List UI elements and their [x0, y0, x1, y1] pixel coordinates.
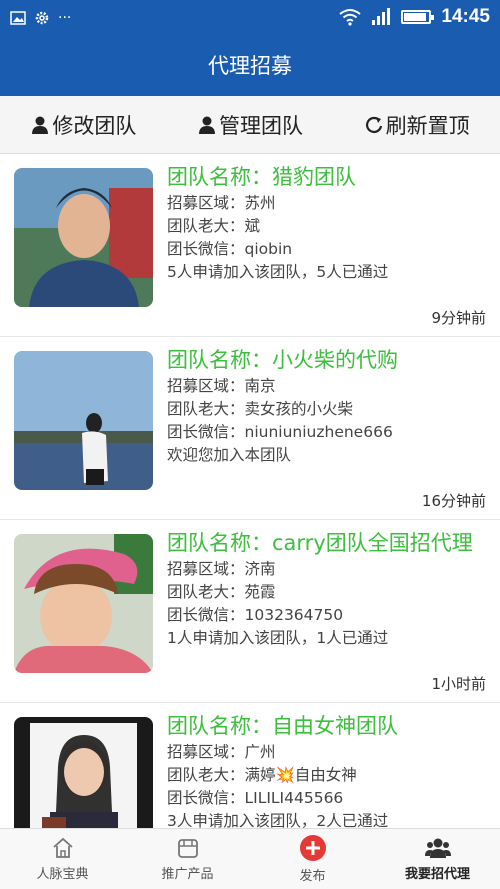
team-wechat: 团长微信：LILILI445566	[167, 789, 344, 807]
nav-item-recruit[interactable]: 我要招代理	[375, 829, 500, 889]
team-avatar	[14, 351, 153, 490]
team-card[interactable]: 团队名称：自由女神团队 招募区域：广州 团队老大：满婷💥自由女神 团长微信：LI…	[0, 703, 500, 828]
team-list: 团队名称：猎豹团队 招募区域：苏州 团队老大：斌 团长微信：qiobin 5人申…	[0, 154, 500, 828]
refresh-top-button[interactable]: 刷新置顶	[364, 110, 470, 140]
nav-item-contacts[interactable]: 人脉宝典	[0, 829, 125, 889]
person-icon	[32, 116, 49, 134]
team-name: 团队名称：carry团队全国招代理	[167, 531, 473, 555]
team-region: 招募区域：苏州	[167, 194, 276, 212]
team-info: 团队名称：carry团队全国招代理 招募区域：济南 团队老大：苑霞 团长微信：1…	[167, 528, 490, 650]
team-wechat: 团长微信：qiobin	[167, 240, 293, 258]
team-avatar	[14, 168, 153, 307]
team-apply-note: 3人申请加入该团队，2人已通过	[167, 812, 389, 828]
team-avatar	[14, 717, 153, 828]
more-dots: ···	[58, 10, 72, 26]
action-toolbar: 修改团队 管理团队 刷新置顶	[0, 96, 500, 154]
clock: 14:45	[441, 6, 490, 27]
team-leader: 团队老大：满婷💥自由女神	[167, 766, 357, 784]
person-icon	[198, 116, 215, 134]
edit-team-label: 修改团队	[52, 113, 137, 138]
team-region: 招募区域：南京	[167, 377, 276, 395]
manage-team-button[interactable]: 管理团队	[197, 110, 303, 140]
bottom-nav: 人脉宝典 推广产品 发布 我要招代理	[0, 828, 500, 889]
wifi-icon	[339, 9, 362, 26]
team-apply-note: 欢迎您加入本团队	[167, 446, 292, 464]
team-leader: 团队老大：斌	[167, 217, 261, 235]
team-apply-note: 1人申请加入该团队，1人已通过	[167, 629, 389, 647]
team-wechat: 团长微信：niuniuniuzhene666	[167, 423, 393, 441]
page-title: 代理招募	[0, 36, 500, 96]
team-avatar	[14, 534, 153, 673]
team-info: 团队名称：小火柴的代购 招募区域：南京 团队老大：卖女孩的小火柴 团长微信：ni…	[167, 345, 490, 467]
team-card[interactable]: 团队名称：猎豹团队 招募区域：苏州 团队老大：斌 团长微信：qiobin 5人申…	[0, 154, 500, 337]
post-time: 9分钟前	[431, 309, 486, 327]
refresh-top-label: 刷新置顶	[385, 113, 470, 138]
status-bar: ··· 14:45	[0, 0, 500, 36]
team-card[interactable]: 团队名称：小火柴的代购 招募区域：南京 团队老大：卖女孩的小火柴 团长微信：ni…	[0, 337, 500, 520]
team-card[interactable]: 团队名称：carry团队全国招代理 招募区域：济南 团队老大：苑霞 团长微信：1…	[0, 520, 500, 703]
team-leader: 团队老大：卖女孩的小火柴	[167, 400, 354, 418]
post-time: 1小时前	[431, 675, 486, 693]
battery-icon	[401, 10, 435, 24]
gear-icon	[35, 11, 49, 25]
manage-team-label: 管理团队	[218, 113, 303, 138]
post-time: 16分钟前	[421, 492, 486, 510]
nav-label: 推广产品	[161, 867, 214, 882]
team-name: 团队名称：小火柴的代购	[167, 348, 398, 372]
team-name: 团队名称：猎豹团队	[167, 165, 356, 189]
house-icon	[52, 837, 73, 858]
nav-item-promote[interactable]: 推广产品	[125, 829, 250, 889]
team-info: 团队名称：猎豹团队 招募区域：苏州 团队老大：斌 团长微信：qiobin 5人申…	[167, 162, 490, 284]
team-wechat: 团长微信：1032364750	[167, 606, 344, 624]
image-icon	[10, 11, 26, 25]
nav-label: 发布	[299, 869, 326, 884]
plus-circle-icon	[299, 835, 326, 861]
nav-label: 我要招代理	[404, 867, 470, 882]
team-region: 招募区域：广州	[167, 743, 276, 761]
nav-label: 人脉宝典	[36, 867, 89, 882]
team-name: 团队名称：自由女神团队	[167, 714, 398, 738]
signal-icon	[372, 8, 391, 25]
edit-team-button[interactable]: 修改团队	[30, 110, 136, 140]
nav-item-publish[interactable]: 发布	[250, 829, 375, 889]
team-apply-note: 5人申请加入该团队，5人已通过	[167, 263, 389, 281]
refresh-icon	[365, 116, 382, 133]
team-info: 团队名称：自由女神团队 招募区域：广州 团队老大：满婷💥自由女神 团长微信：LI…	[167, 711, 490, 828]
team-leader: 团队老大：苑霞	[167, 583, 276, 601]
box-icon	[177, 839, 198, 858]
team-region: 招募区域：济南	[167, 560, 276, 578]
people-icon	[424, 838, 451, 858]
